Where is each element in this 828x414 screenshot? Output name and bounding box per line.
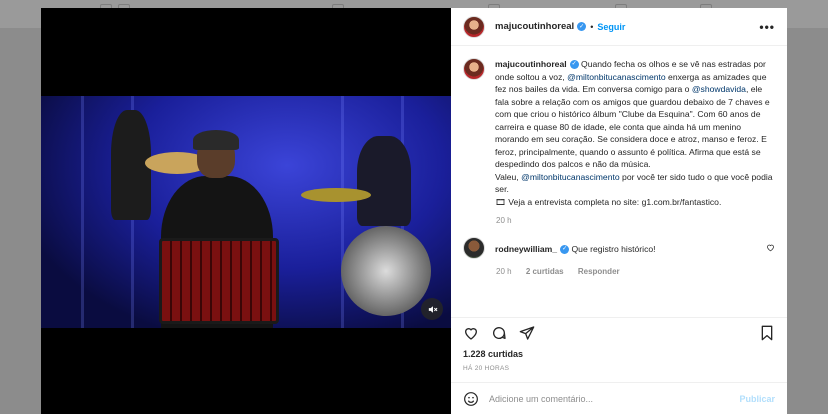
likes-count[interactable]: 1.228 curtidas bbox=[451, 347, 787, 359]
comment-bubble-icon[interactable] bbox=[491, 325, 507, 341]
curtain-fold bbox=[81, 96, 84, 328]
comment-time[interactable]: 20 h bbox=[496, 267, 512, 276]
video-cymbal bbox=[301, 188, 371, 202]
caption-part: Valeu, bbox=[495, 171, 522, 182]
author-avatar[interactable] bbox=[463, 15, 485, 38]
mention-link[interactable]: @showdavida bbox=[692, 84, 746, 94]
mention-link[interactable]: @miltonbitucanascimento bbox=[521, 172, 620, 182]
share-send-icon[interactable] bbox=[519, 325, 535, 341]
caption-meta: 20 h bbox=[496, 216, 775, 225]
comment-row: rodneywilliam_ ✓ Que registro histórico! bbox=[463, 237, 775, 259]
comment-like-heart-icon[interactable] bbox=[766, 243, 775, 252]
post-timestamp[interactable]: HÁ 20 HORAS bbox=[451, 359, 787, 382]
add-comment-bar: Adicione um comentário... Publicar bbox=[451, 382, 787, 414]
caption-username[interactable]: majucoutinhoreal bbox=[495, 59, 567, 69]
commenter-username[interactable]: rodneywilliam_ bbox=[495, 244, 557, 254]
comment-likes-link[interactable]: 2 curtidas bbox=[526, 267, 564, 276]
follow-button[interactable]: Seguir bbox=[597, 22, 625, 32]
curtain-fold bbox=[341, 96, 344, 328]
more-options-icon[interactable]: ••• bbox=[759, 20, 775, 34]
post-media[interactable] bbox=[41, 8, 451, 414]
comment-meta: 20 h 2 curtidas Responder bbox=[496, 267, 775, 276]
post-modal: majucoutinhoreal ✓ • Seguir ••• majucout… bbox=[41, 8, 787, 414]
verified-badge-icon: ✓ bbox=[569, 60, 579, 70]
video-accordion bbox=[159, 238, 279, 324]
video-player[interactable] bbox=[41, 96, 451, 328]
caption-row: majucoutinhoreal ✓ Quando fecha os olhos … bbox=[463, 58, 775, 208]
caption-part: , ele fala sobre a relação com os amigos… bbox=[495, 84, 770, 169]
comment-input[interactable]: Adicione um comentário... bbox=[489, 394, 739, 404]
mention-link[interactable]: @miltonbitucanascimento bbox=[567, 72, 666, 82]
separator-dot: • bbox=[590, 21, 594, 32]
post-header: majucoutinhoreal ✓ • Seguir ••• bbox=[451, 8, 787, 46]
publish-button[interactable]: Publicar bbox=[739, 394, 775, 404]
like-heart-icon[interactable] bbox=[463, 325, 479, 341]
video-singer bbox=[151, 130, 281, 328]
verified-badge-icon: ✓ bbox=[560, 245, 570, 255]
comment-body: Que registro histórico! bbox=[569, 244, 656, 254]
post-sidebar: majucoutinhoreal ✓ • Seguir ••• majucout… bbox=[451, 8, 787, 414]
video-drummer bbox=[357, 136, 411, 226]
mute-toggle-button[interactable] bbox=[421, 298, 443, 320]
caption-part: 🎞 Veja a entrevista completa no site: g1… bbox=[495, 196, 722, 207]
video-drum-kit bbox=[341, 226, 431, 316]
speaker-muted-icon bbox=[427, 304, 438, 315]
save-bookmark-icon[interactable] bbox=[759, 325, 775, 341]
verified-badge-icon: ✓ bbox=[577, 22, 587, 31]
emoji-smiley-icon[interactable] bbox=[463, 391, 479, 407]
caption-author-avatar[interactable] bbox=[463, 58, 485, 80]
commenter-avatar[interactable] bbox=[463, 237, 485, 259]
caption-time[interactable]: 20 h bbox=[496, 216, 512, 225]
action-bar bbox=[451, 317, 787, 347]
reply-button[interactable]: Responder bbox=[578, 267, 620, 276]
caption-text: majucoutinhoreal ✓ Quando fecha os olhos … bbox=[495, 58, 775, 208]
comments-section[interactable]: majucoutinhoreal ✓ Quando fecha os olhos … bbox=[451, 46, 787, 317]
comment-text: rodneywilliam_ ✓ Que registro histórico! bbox=[495, 243, 656, 256]
author-username[interactable]: majucoutinhoreal bbox=[495, 21, 574, 32]
